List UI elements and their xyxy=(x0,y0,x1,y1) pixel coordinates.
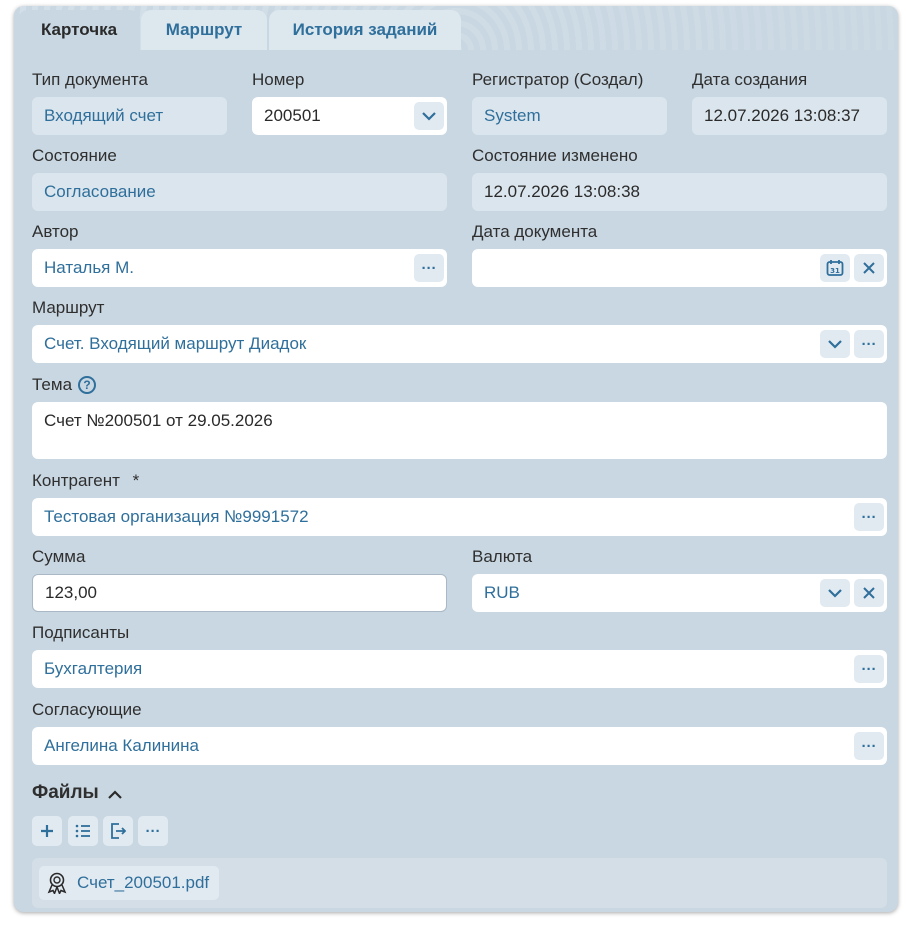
calendar-icon: 31 xyxy=(826,260,844,276)
route-more-button[interactable]: ··· xyxy=(854,330,884,358)
route-dropdown-button[interactable] xyxy=(820,330,850,358)
tab-task-history-label: История заданий xyxy=(292,20,438,39)
files-more-button[interactable]: ··· xyxy=(138,816,168,846)
created-value: 12.07.2026 13:08:37 xyxy=(704,106,860,125)
list-icon xyxy=(75,824,90,838)
number-label: Номер xyxy=(252,70,305,89)
author-label: Автор xyxy=(32,222,79,241)
amount-label: Сумма xyxy=(32,547,86,566)
registrar-field[interactable]: System xyxy=(472,97,667,135)
state-field: Согласование xyxy=(32,173,447,211)
counterparty-label: Контрагент * xyxy=(32,471,139,491)
counterparty-label-text: Контрагент xyxy=(32,471,120,490)
chevron-down-icon xyxy=(828,588,842,598)
author-value: Наталья М. xyxy=(44,258,134,277)
counterparty-value: Тестовая организация №9991572 xyxy=(44,507,309,526)
state-value: Согласование xyxy=(44,182,156,201)
tab-route[interactable]: Маршрут xyxy=(141,10,267,50)
tab-card[interactable]: Карточка xyxy=(18,10,140,50)
route-field[interactable]: Счет. Входящий маршрут Диадок xyxy=(32,325,887,363)
registrar-label: Регистратор (Создал) xyxy=(472,70,644,89)
certificate-icon xyxy=(47,872,67,894)
ellipsis-icon: ··· xyxy=(861,737,877,755)
counterparty-field[interactable]: Тестовая организация №9991572 xyxy=(32,498,887,536)
close-icon xyxy=(863,262,875,274)
created-label: Дата создания xyxy=(692,70,808,89)
doc-date-calendar-button[interactable]: 31 xyxy=(820,254,850,282)
amount-input[interactable]: 123,00 xyxy=(32,574,447,612)
files-collapse-toggle[interactable] xyxy=(104,784,126,804)
ellipsis-icon: ··· xyxy=(861,508,877,526)
chevron-down-icon xyxy=(422,111,436,121)
approvers-value: Ангелина Калинина xyxy=(44,736,199,755)
file-item[interactable]: Счет_200501.pdf xyxy=(39,866,220,900)
required-mark: * xyxy=(132,471,140,490)
tab-task-history[interactable]: История заданий xyxy=(269,10,461,50)
amount-value: 123,00 xyxy=(45,583,97,602)
approvers-field[interactable]: Ангелина Калинина xyxy=(32,727,887,765)
doc-date-label: Дата документа xyxy=(472,222,598,241)
help-icon[interactable]: ? xyxy=(78,376,96,394)
route-value: Счет. Входящий маршрут Диадок xyxy=(44,334,307,353)
ellipsis-icon: ··· xyxy=(421,259,437,277)
subject-label: Тема xyxy=(32,375,73,394)
export-icon xyxy=(111,823,127,839)
ellipsis-icon: ··· xyxy=(861,335,877,353)
number-value: 200501 xyxy=(264,106,321,125)
signers-more-button[interactable]: ··· xyxy=(854,655,884,683)
signers-label: Подписанты xyxy=(32,623,130,642)
document-card: Карточка Маршрут История заданий Тип док… xyxy=(14,6,898,912)
signers-value: Бухгалтерия xyxy=(44,659,143,678)
export-file-button[interactable] xyxy=(103,816,133,846)
add-file-button[interactable] xyxy=(32,816,62,846)
route-label: Маршрут xyxy=(32,298,105,317)
author-field[interactable]: Наталья М. xyxy=(32,249,447,287)
doc-type-label: Тип документа xyxy=(32,70,148,89)
file-name: Счет_200501.pdf xyxy=(77,873,210,892)
currency-clear-button[interactable] xyxy=(854,579,884,607)
approvers-label: Согласующие xyxy=(32,700,142,719)
tab-card-label: Карточка xyxy=(40,20,118,39)
state-changed-label: Состояние изменено xyxy=(472,146,638,165)
currency-dropdown-button[interactable] xyxy=(820,579,850,607)
doc-type-value: Входящий счет xyxy=(44,106,164,125)
subject-field[interactable]: Счет №200501 от 29.05.2026 xyxy=(32,402,887,459)
ellipsis-icon: ··· xyxy=(145,822,161,840)
doc-type-field[interactable]: Входящий счет xyxy=(32,97,227,135)
counterparty-more-button[interactable]: ··· xyxy=(854,503,884,531)
svg-text:31: 31 xyxy=(830,267,840,275)
files-title: Файлы xyxy=(32,782,99,803)
created-field: 12.07.2026 13:08:37 xyxy=(692,97,887,135)
files-list: Счет_200501.pdf xyxy=(32,858,887,908)
author-more-button[interactable]: ··· xyxy=(414,254,444,282)
tab-route-label: Маршрут xyxy=(165,20,243,39)
help-mark: ? xyxy=(83,378,91,392)
plus-icon xyxy=(41,825,53,837)
currency-value: RUB xyxy=(484,583,520,602)
subject-value: Счет №200501 от 29.05.2026 xyxy=(44,411,273,430)
state-changed-value: 12.07.2026 13:08:38 xyxy=(484,182,640,201)
number-dropdown-button[interactable] xyxy=(414,102,444,130)
chevron-up-icon xyxy=(108,789,122,799)
approvers-more-button[interactable]: ··· xyxy=(854,732,884,760)
state-label: Состояние xyxy=(32,146,117,165)
registrar-value: System xyxy=(484,106,541,125)
currency-label: Валюта xyxy=(472,547,533,566)
signers-field[interactable]: Бухгалтерия xyxy=(32,650,887,688)
state-changed-field: 12.07.2026 13:08:38 xyxy=(472,173,887,211)
files-list-button[interactable] xyxy=(68,816,98,846)
chevron-down-icon xyxy=(828,339,842,349)
ellipsis-icon: ··· xyxy=(861,660,877,678)
close-icon xyxy=(863,587,875,599)
doc-date-clear-button[interactable] xyxy=(854,254,884,282)
